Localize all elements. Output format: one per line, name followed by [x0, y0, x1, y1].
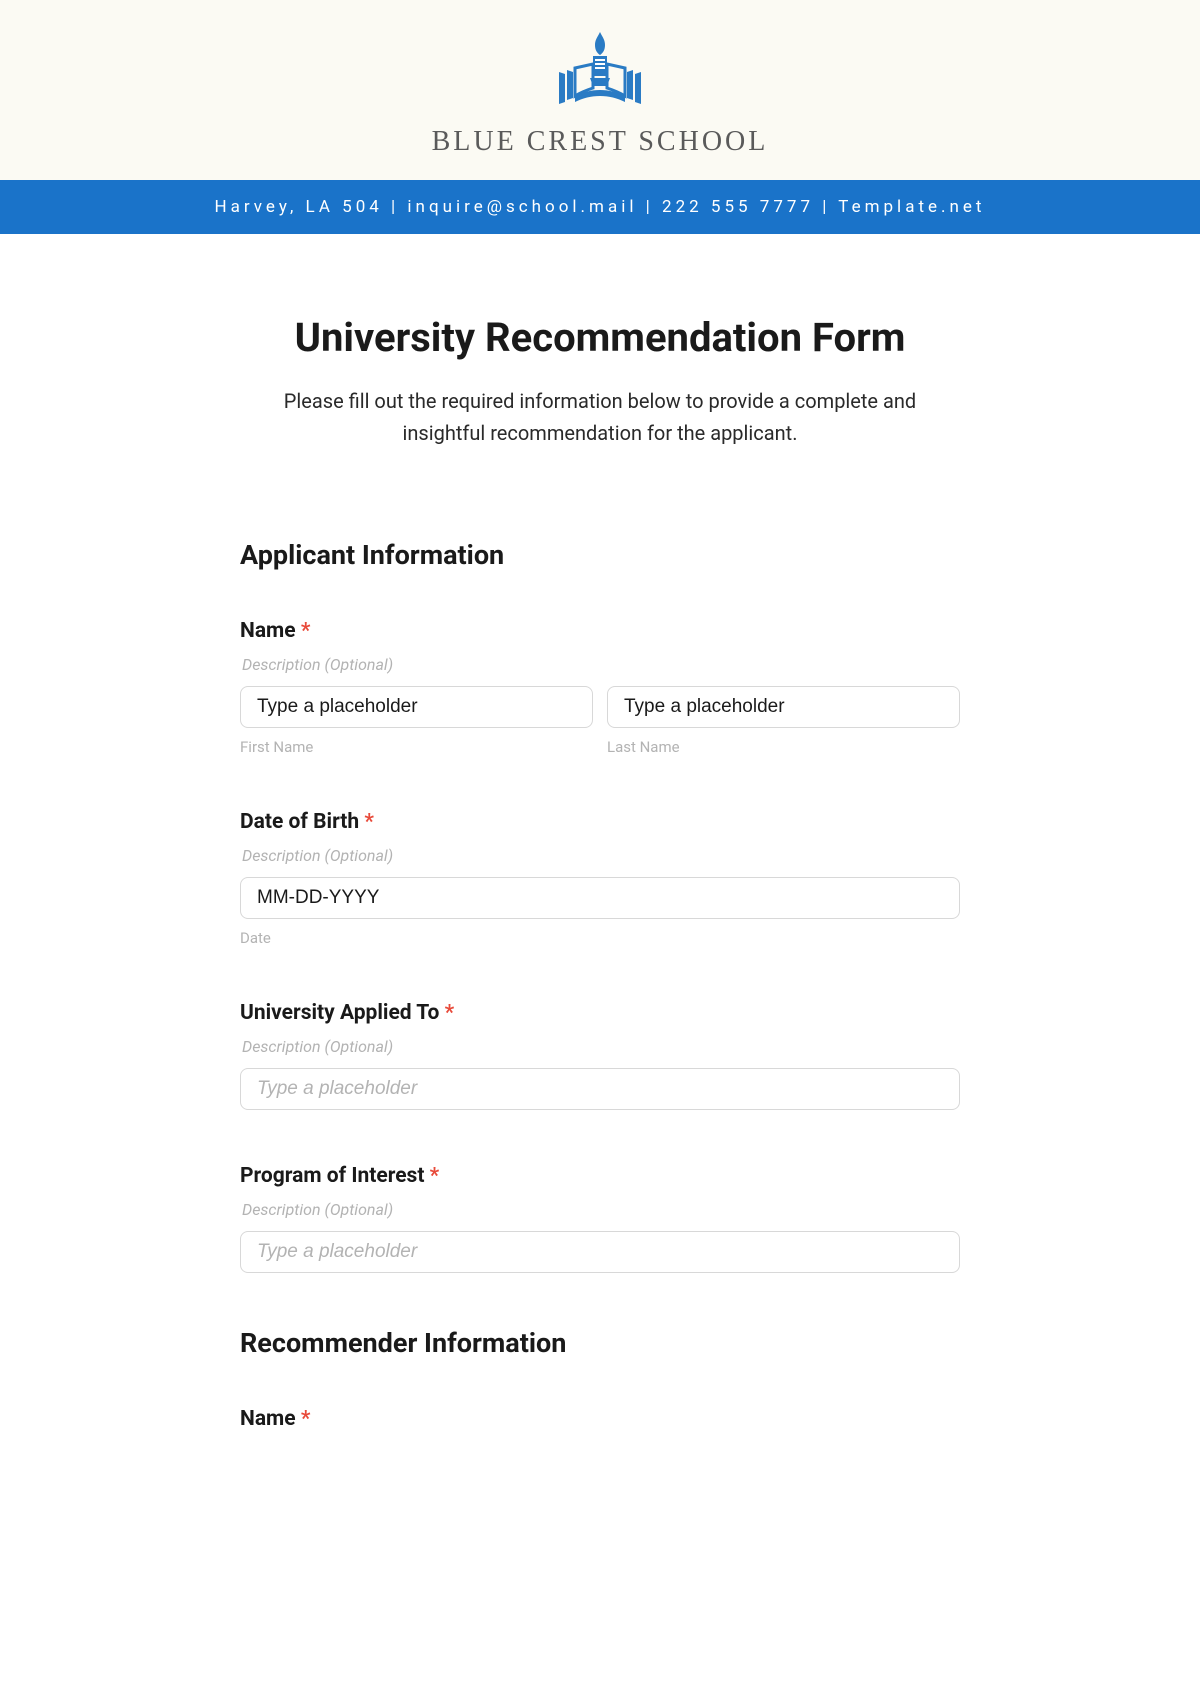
label-text: Name — [240, 1407, 296, 1431]
field-applicant-name: Name * Description (Optional) First Name… — [240, 619, 960, 756]
school-name: BLUE CREST SCHOOL — [0, 126, 1200, 158]
required-star-icon: * — [445, 1001, 455, 1025]
label-applicant-name: Name * — [240, 619, 960, 643]
label-university: University Applied To * — [240, 1001, 960, 1025]
field-recommender-name: Name * — [240, 1407, 960, 1431]
section-applicant-heading: Applicant Information — [240, 539, 960, 571]
university-input[interactable] — [240, 1068, 960, 1110]
sublabel-last-name: Last Name — [607, 738, 960, 756]
description-applicant-name: Description (Optional) — [240, 655, 960, 674]
label-program: Program of Interest * — [240, 1164, 960, 1188]
logo-area: BLUE CREST SCHOOL — [0, 30, 1200, 180]
label-text: Date of Birth — [240, 810, 359, 834]
first-name-input[interactable] — [240, 686, 593, 728]
contact-bar: Harvey, LA 504 | inquire@school.mail | 2… — [0, 180, 1200, 234]
last-name-input[interactable] — [607, 686, 960, 728]
description-university: Description (Optional) — [240, 1037, 960, 1056]
description-program: Description (Optional) — [240, 1200, 960, 1219]
label-dob: Date of Birth * — [240, 810, 960, 834]
dob-input[interactable] — [240, 877, 960, 919]
required-star-icon: * — [301, 619, 311, 643]
label-text: Program of Interest — [240, 1164, 424, 1188]
sublabel-first-name: First Name — [240, 738, 593, 756]
form-title: University Recommendation Form — [240, 314, 960, 361]
sublabel-dob: Date — [240, 929, 960, 947]
program-input[interactable] — [240, 1231, 960, 1273]
label-text: Name — [240, 619, 296, 643]
field-program: Program of Interest * Description (Optio… — [240, 1164, 960, 1273]
required-star-icon: * — [364, 810, 374, 834]
form-content: University Recommendation Form Please fi… — [140, 234, 1060, 1431]
required-star-icon: * — [430, 1164, 440, 1188]
section-recommender-heading: Recommender Information — [240, 1327, 960, 1359]
field-university: University Applied To * Description (Opt… — [240, 1001, 960, 1110]
header-region: BLUE CREST SCHOOL Harvey, LA 504 | inqui… — [0, 0, 1200, 234]
form-intro: Please fill out the required information… — [240, 385, 960, 449]
required-star-icon: * — [301, 1407, 311, 1431]
label-text: University Applied To — [240, 1001, 439, 1025]
label-recommender-name: Name * — [240, 1407, 960, 1431]
field-dob: Date of Birth * Description (Optional) D… — [240, 810, 960, 947]
description-dob: Description (Optional) — [240, 846, 960, 865]
school-logo-icon — [545, 30, 655, 116]
